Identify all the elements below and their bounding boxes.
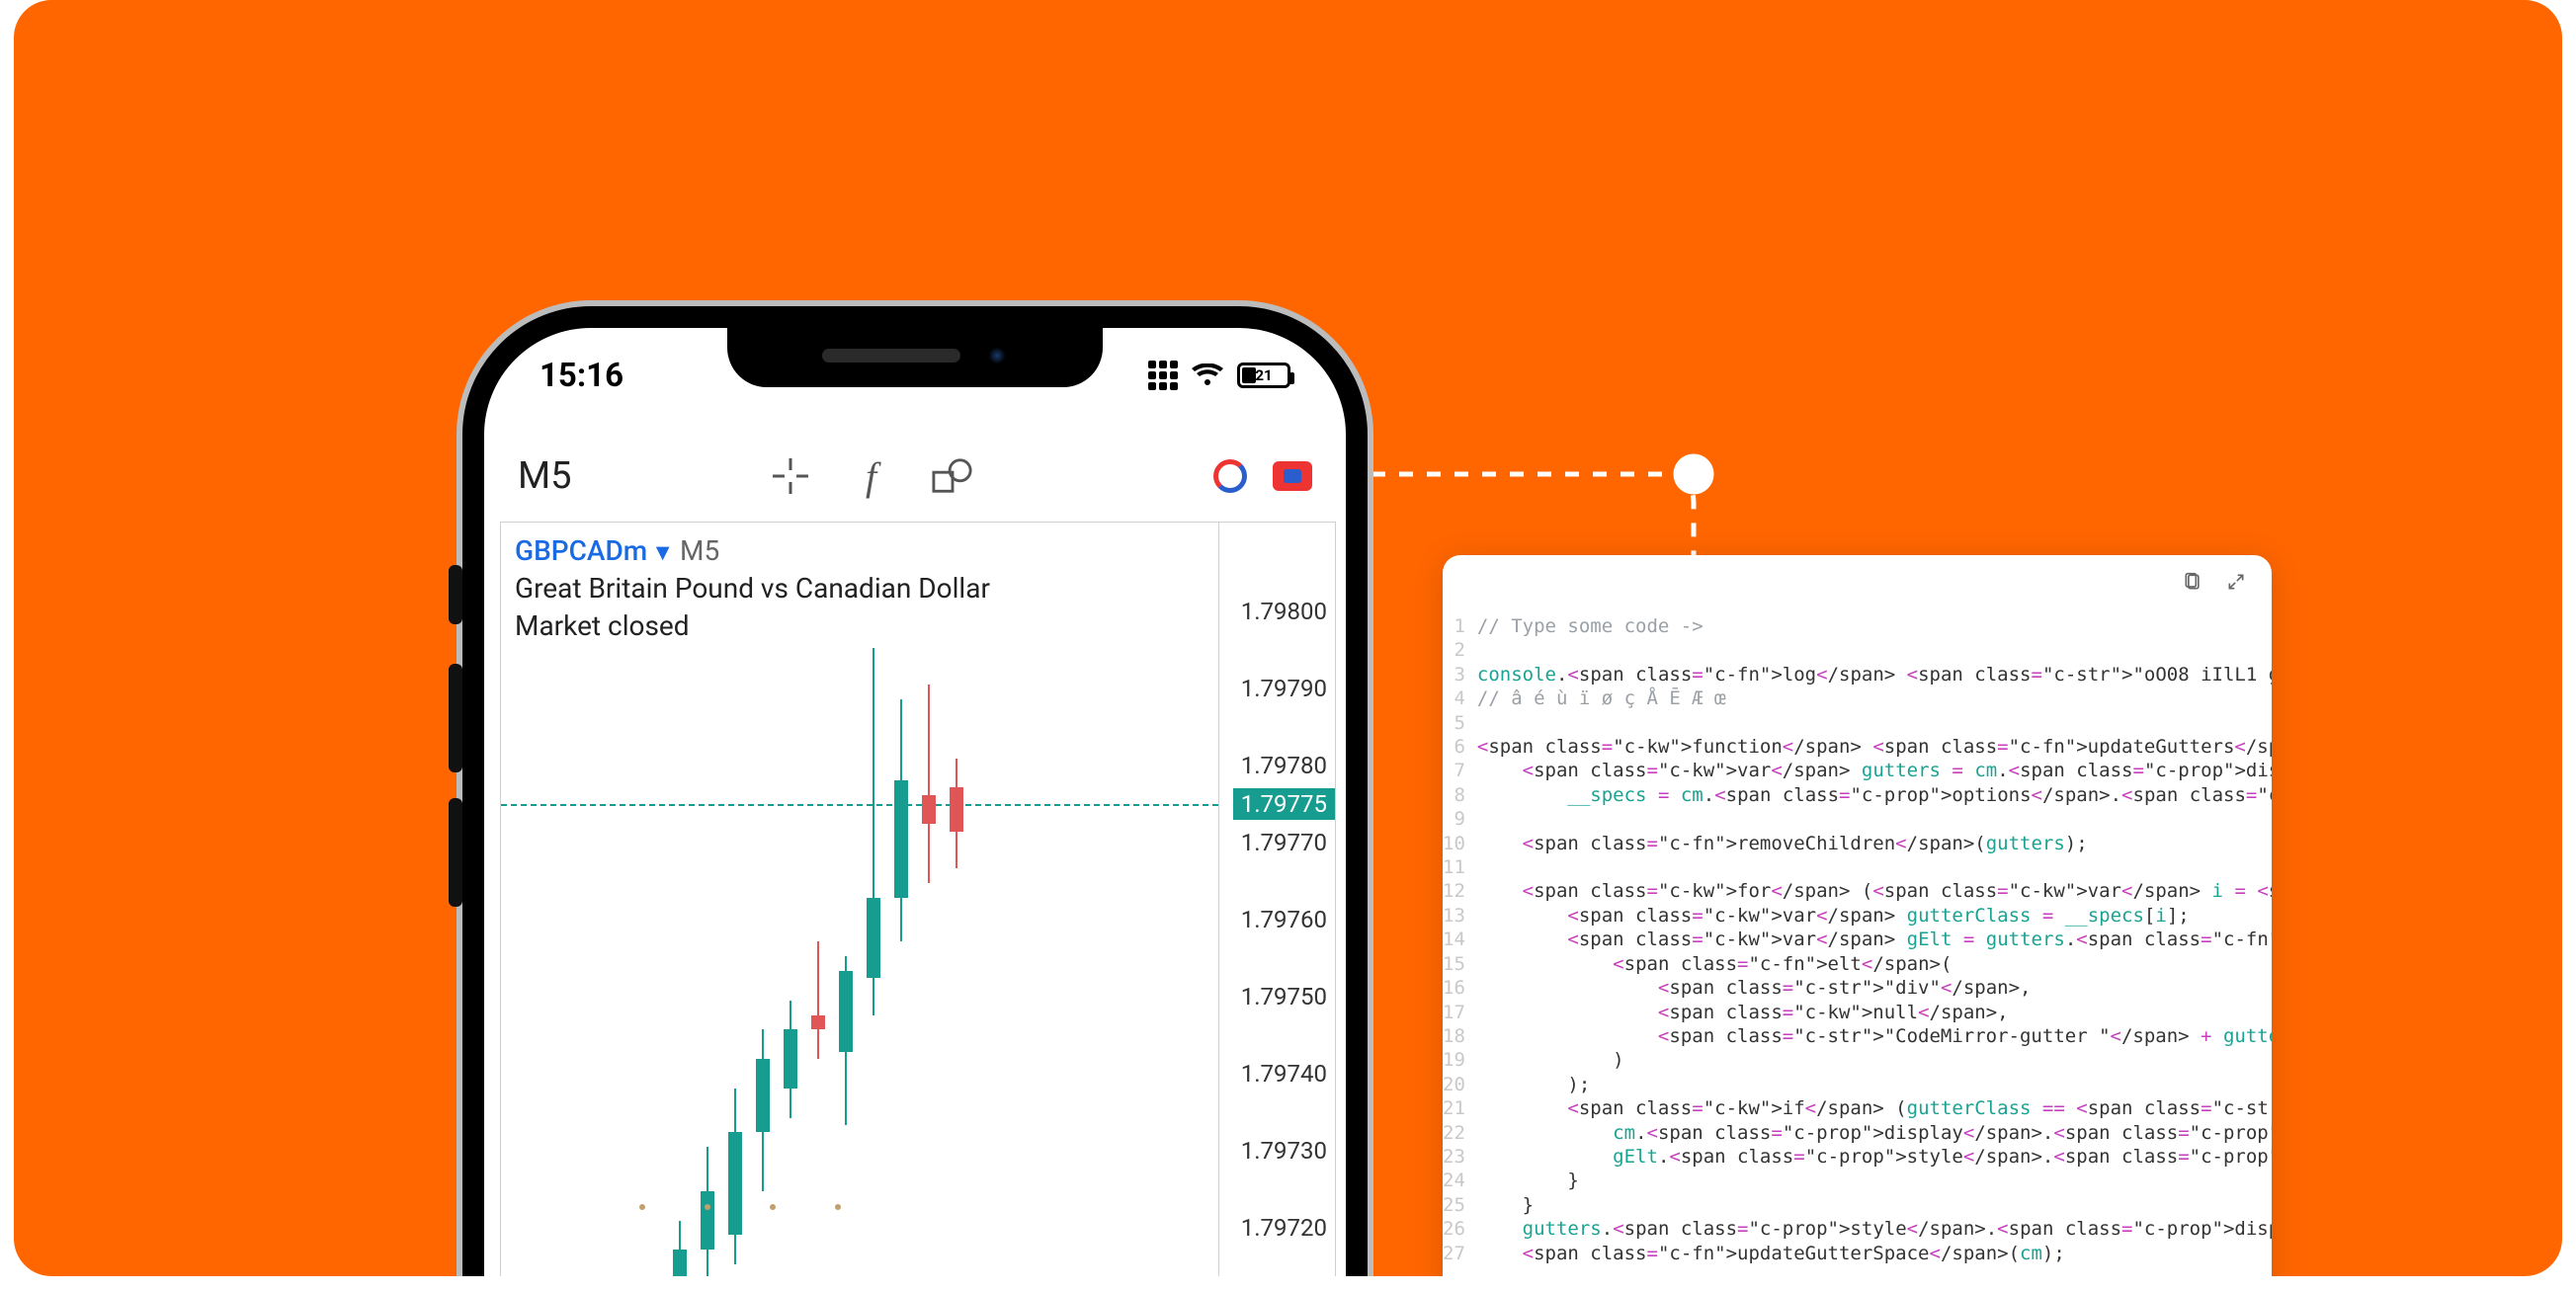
price-tick: 1.79740: [1241, 1060, 1327, 1088]
trade-button[interactable]: [1273, 461, 1312, 491]
hero-card: 15:16 21 M5 f: [14, 0, 2562, 1276]
crosshair-icon[interactable]: [770, 455, 811, 497]
refresh-icon[interactable]: [1213, 459, 1247, 493]
status-time: 15:16: [540, 357, 623, 395]
wifi-icon: [1192, 363, 1223, 387]
chart-toolbar: M5 f: [484, 437, 1346, 516]
code-content[interactable]: // Type some code -> console.<span class…: [1477, 614, 2272, 1265]
current-price-badge: 1.79775: [1233, 788, 1335, 820]
phone-mockup: 15:16 21 M5 f: [462, 306, 1368, 1276]
price-axis: 1.79800 1.79790 1.79780 1.79770 1.79760 1.797…: [1218, 523, 1335, 1276]
cellular-icon: [1148, 361, 1178, 390]
code-editor-panel: 1 2 3 4 5 6 7 8 9 10 11 12 13 14 15 16 1…: [1443, 555, 2272, 1276]
price-tick: 1.79750: [1241, 983, 1327, 1010]
shapes-icon[interactable]: [932, 455, 973, 497]
price-tick: 1.79760: [1241, 906, 1327, 933]
code-gutter: 1 2 3 4 5 6 7 8 9 10 11 12 13 14 15 16 1…: [1443, 614, 1477, 1265]
price-tick: 1.79730: [1241, 1137, 1327, 1165]
battery-icon: 21: [1237, 363, 1290, 388]
price-tick: 1.79770: [1241, 829, 1327, 856]
price-tick: 1.79780: [1241, 752, 1327, 779]
function-icon[interactable]: f: [851, 455, 892, 497]
battery-percent: 21: [1240, 366, 1288, 384]
price-chart[interactable]: GBPCADm ▼ M5 Great Britain Pound vs Cana…: [500, 522, 1336, 1276]
price-tick: 1.79720: [1241, 1214, 1327, 1242]
candlesticks: [501, 523, 1218, 1276]
expand-icon[interactable]: [2226, 572, 2246, 596]
status-bar: 15:16 21: [484, 346, 1346, 405]
timeframe-label[interactable]: M5: [518, 454, 572, 498]
chart-dots: [639, 1204, 841, 1210]
price-tick: 1.79800: [1241, 598, 1327, 625]
price-tick: 1.79790: [1241, 675, 1327, 702]
clipboard-icon[interactable]: [2183, 572, 2202, 596]
